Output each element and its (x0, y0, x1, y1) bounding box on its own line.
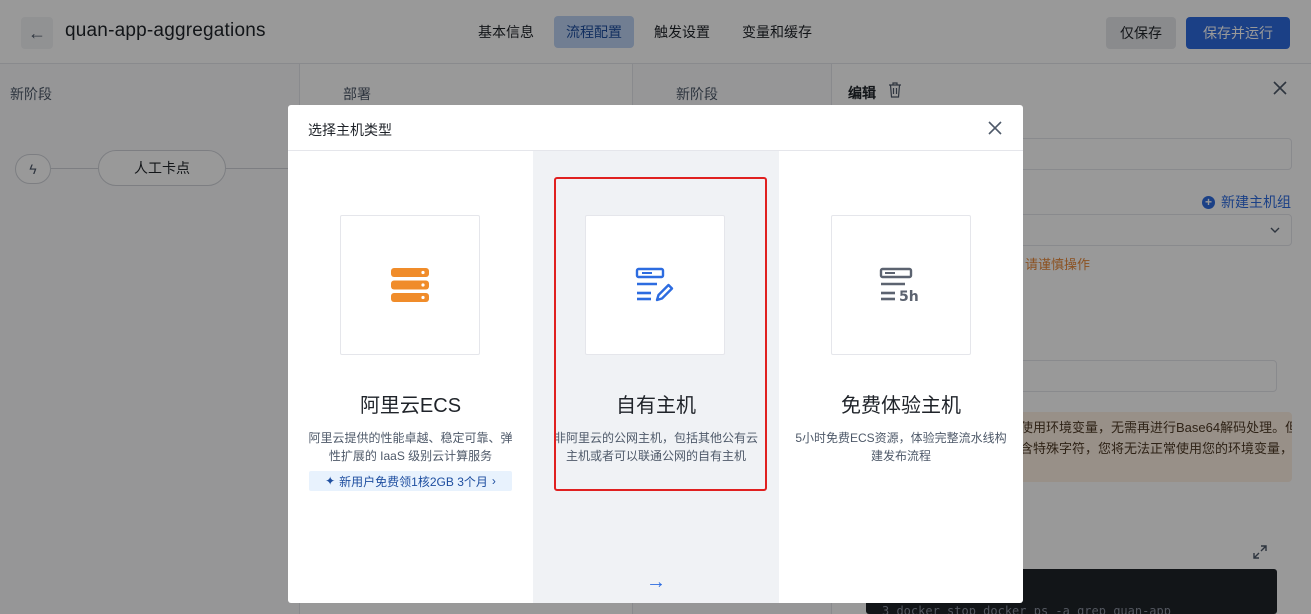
close-icon[interactable] (985, 118, 1005, 138)
option-title: 自有主机 (616, 395, 696, 417)
server-edit-icon (635, 267, 674, 302)
server-stack-icon (391, 268, 429, 302)
dialog-header: 选择主机类型 (288, 105, 1023, 151)
sparkle-icon: ✦ (325, 474, 336, 488)
free-trial-promo-link[interactable]: ✦ 新用户免费领1核2GB 3个月 › (309, 471, 512, 491)
option-free-trial-host[interactable]: 5h 免费体验主机 5小时免费ECS资源，体验完整流水线构建发布流程 (779, 151, 1023, 603)
chevron-right-icon: › (491, 474, 496, 488)
dialog-title: 选择主机类型 (308, 122, 392, 138)
option-icon-box: 5h (831, 215, 971, 355)
select-host-type-dialog: 选择主机类型 阿里云ECS 阿里云提供的性能卓越、稳定可靠、弹性扩展的 IaaS… (288, 105, 1023, 603)
promo-label: 新用户免费领1核2GB 3个月 (339, 474, 488, 489)
option-icon-box (340, 215, 480, 355)
arrow-right-icon[interactable]: → (646, 571, 666, 594)
option-description: 非阿里云的公网主机，包括其他公有云主机或者可以联通公网的自有主机 (553, 431, 758, 463)
option-description: 阿里云提供的性能卓越、稳定可靠、弹性扩展的 IaaS 级别云计算服务 (308, 431, 513, 463)
option-icon-box (585, 215, 725, 355)
option-aliyun-ecs[interactable]: 阿里云ECS 阿里云提供的性能卓越、稳定可靠、弹性扩展的 IaaS 级别云计算服… (288, 151, 533, 603)
option-own-host[interactable]: 自有主机 非阿里云的公网主机，包括其他公有云主机或者可以联通公网的自有主机 → (533, 151, 779, 603)
option-title: 阿里云ECS (359, 395, 462, 417)
option-description: 5小时免费ECS资源，体验完整流水线构建发布流程 (795, 431, 1007, 463)
five-hours-label: 5h (899, 289, 919, 303)
server-5h-icon: 5h (879, 267, 919, 303)
option-title: 免费体验主机 (841, 395, 961, 417)
